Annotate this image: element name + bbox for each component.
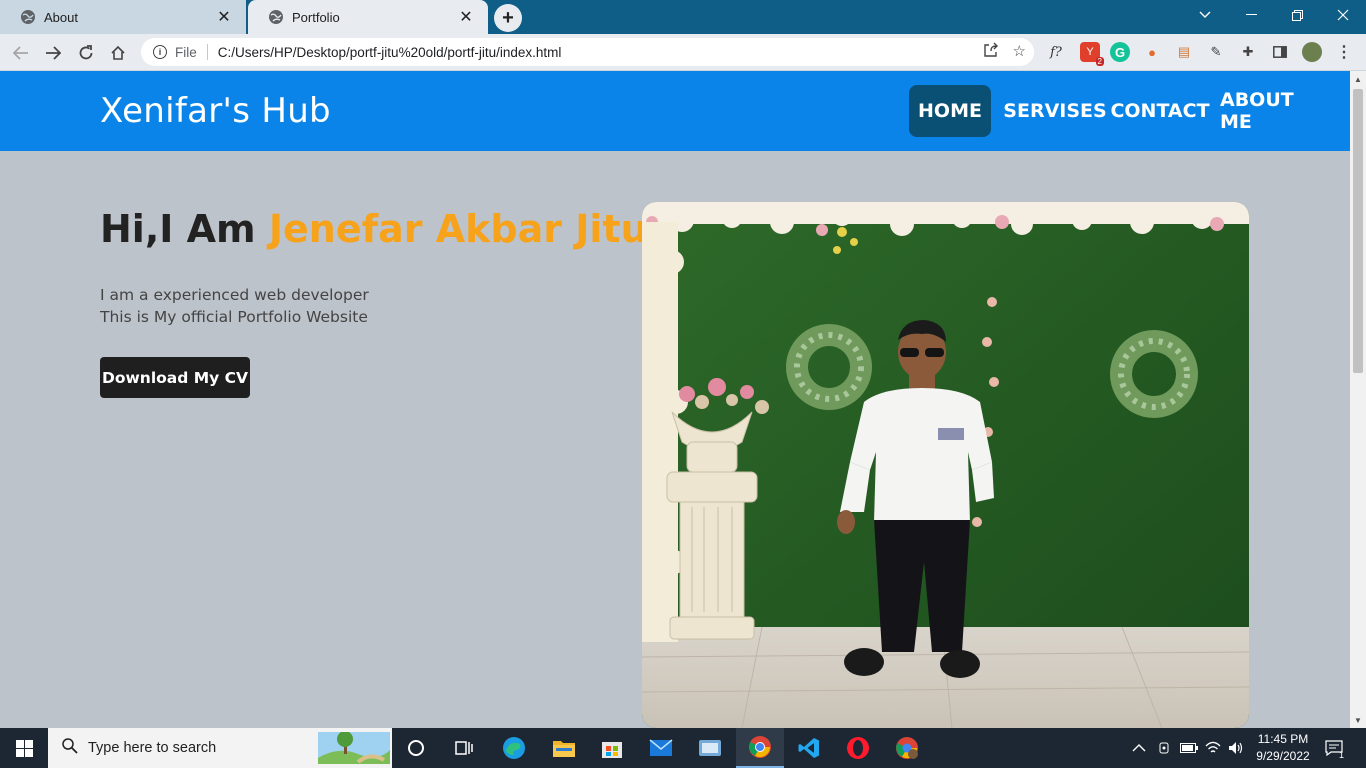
hero-greeting: Hi,I Am (100, 207, 256, 251)
site-navbar: Xenifar's Hub HOME SERVISES CONTACT ABOU… (0, 71, 1350, 151)
clock-time: 11:45 PM (1257, 732, 1309, 746)
address-url[interactable]: C:/Users/HP/Desktop/portf-jitu%20old/por… (218, 45, 562, 60)
tab-search-chevron-icon[interactable] (1182, 0, 1228, 30)
formula-extension-icon[interactable]: f? (1046, 42, 1066, 62)
browser-tab-strip: About ✕ Portfolio ✕ + (0, 0, 1366, 34)
nav-contact[interactable]: CONTACT (1110, 85, 1209, 137)
minimize-button[interactable] (1228, 0, 1274, 30)
cortana-icon[interactable] (392, 728, 440, 768)
side-panel-icon[interactable] (1270, 42, 1290, 62)
nav-home[interactable]: HOME (909, 85, 991, 137)
close-icon[interactable]: ✕ (216, 9, 232, 26)
notification-count: 1 (1339, 750, 1345, 760)
windows-taskbar: Type here to search 11:45 PM 9/29/2022 1 (0, 728, 1366, 768)
scroll-up-arrow-icon[interactable]: ▲ (1350, 71, 1366, 87)
chrome-taskbar-icon[interactable] (736, 728, 784, 768)
eyedropper-extension-icon[interactable]: ✎ (1206, 42, 1226, 62)
back-arrow-icon[interactable] (8, 40, 34, 66)
more-menu-icon[interactable]: ⋮ (1334, 42, 1354, 62)
close-window-button[interactable] (1320, 0, 1366, 30)
bookmark-star-icon[interactable]: ☆ (1013, 42, 1026, 62)
task-view-icon[interactable] (440, 728, 488, 768)
meet-now-icon[interactable] (1158, 728, 1172, 768)
globe-icon (20, 9, 36, 25)
site-brand[interactable]: Xenifar's Hub (100, 91, 331, 131)
volume-icon[interactable] (1228, 728, 1244, 768)
hero-description-line: This is My official Portfolio Website (100, 308, 368, 326)
search-icon (62, 737, 78, 759)
restore-button[interactable] (1274, 0, 1320, 30)
search-placeholder: Type here to search (88, 740, 217, 756)
download-cv-button[interactable]: Download My CV (100, 357, 250, 398)
globe-icon (268, 9, 284, 25)
show-hidden-icons-chevron-icon[interactable] (1132, 728, 1146, 768)
search-highlight-illustration (318, 731, 390, 768)
microsoft-store-icon[interactable] (588, 728, 636, 768)
profile-photo (642, 202, 1249, 728)
hero-title: Hi,I Am Jenefar Akbar Jitu (100, 207, 648, 251)
info-icon[interactable]: i (153, 45, 167, 59)
honey-extension-icon[interactable]: ● (1142, 42, 1162, 62)
new-tab-button[interactable]: + (494, 4, 522, 32)
home-icon[interactable] (105, 40, 131, 66)
battery-icon[interactable] (1180, 728, 1198, 768)
vscode-icon[interactable] (785, 728, 833, 768)
nav-about-me[interactable]: ABOUT ME (1220, 85, 1326, 137)
grammarly-icon[interactable]: G (1110, 42, 1130, 62)
file-explorer-icon[interactable] (540, 728, 588, 768)
hero-name: Jenefar Akbar Jitu (268, 207, 648, 251)
reload-icon[interactable] (73, 40, 99, 66)
address-bar[interactable]: i File C:/Users/HP/Desktop/portf-jitu%20… (141, 38, 1034, 66)
chrome-profile-taskbar-icon[interactable] (883, 728, 931, 768)
wifi-icon[interactable] (1205, 728, 1221, 768)
notification-center-icon[interactable]: 1 (1322, 728, 1346, 768)
opera-icon[interactable] (834, 728, 882, 768)
tab-title: About (44, 9, 78, 25)
hero-description: I am a experienced web developer This is… (100, 284, 369, 328)
remote-desktop-icon[interactable] (686, 728, 734, 768)
page-scrollbar[interactable]: ▲ ▼ (1350, 71, 1366, 728)
extension-badge-count: 2 (1095, 57, 1104, 66)
windows-start-icon[interactable] (0, 728, 48, 768)
notes-extension-icon[interactable]: ▤ (1174, 42, 1194, 62)
scroll-thumb[interactable] (1353, 89, 1363, 373)
close-icon[interactable]: ✕ (458, 9, 474, 26)
puzzle-extensions-icon[interactable]: ✚ (1238, 42, 1258, 62)
tab-about[interactable]: About ✕ (0, 0, 246, 34)
portfolio-page: Xenifar's Hub HOME SERVISES CONTACT ABOU… (0, 71, 1350, 728)
address-scheme-label: File (175, 44, 197, 60)
forward-arrow-icon[interactable] (40, 40, 66, 66)
taskbar-clock[interactable]: 11:45 PM 9/29/2022 (1248, 731, 1318, 765)
address-divider (206, 44, 208, 60)
edge-browser-icon[interactable] (490, 728, 538, 768)
browser-toolbar: i File C:/Users/HP/Desktop/portf-jitu%20… (0, 34, 1366, 71)
scroll-down-arrow-icon[interactable]: ▼ (1350, 712, 1366, 728)
share-icon[interactable] (983, 42, 999, 62)
clock-date: 9/29/2022 (1256, 749, 1310, 763)
profile-avatar[interactable] (1302, 42, 1322, 62)
nav-services[interactable]: SERVISES (1003, 85, 1106, 137)
tab-portfolio[interactable]: Portfolio ✕ (248, 0, 488, 34)
mail-icon[interactable] (637, 728, 685, 768)
tab-title: Portfolio (292, 9, 340, 25)
taskbar-search-input[interactable]: Type here to search (48, 728, 392, 768)
hero-description-line: I am a experienced web developer (100, 286, 369, 304)
extension-badge-icon[interactable]: 2Y (1080, 42, 1104, 66)
